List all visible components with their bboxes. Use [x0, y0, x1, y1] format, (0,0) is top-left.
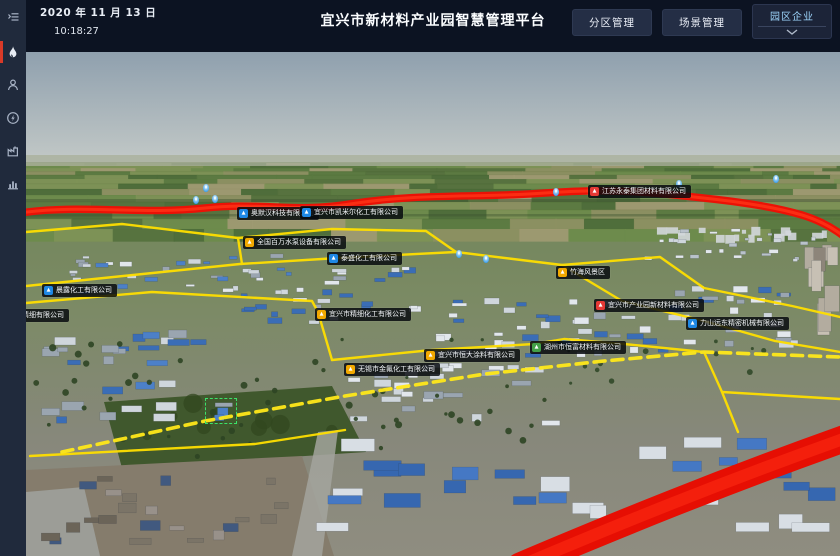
header-bar: 2020 年 11 月 13 日 10:18:27 宜兴市新材料产业园智慧管理平… — [26, 0, 840, 52]
company-category-icon: ▲ — [532, 343, 541, 352]
sidebar-item-energy[interactable] — [0, 108, 26, 128]
company-label-text: 宜兴市产业园新材料有限公司 — [608, 302, 699, 309]
company-label[interactable]: ▲ 湖州市恒富材料有限公司 — [530, 341, 626, 354]
page-title: 宜兴市新材料产业园智慧管理平台 — [321, 10, 546, 30]
company-category-icon: ▲ — [44, 286, 53, 295]
company-label[interactable]: ▲ 无锡市金氟化工有限公司 — [344, 363, 440, 376]
sidebar-item-fire-monitor[interactable] — [0, 42, 26, 62]
company-label-text: 宜兴市精细化工有限公司 — [329, 311, 406, 318]
company-category-icon: ▲ — [346, 365, 355, 374]
company-category-icon: ▲ — [558, 268, 567, 277]
selection-box — [205, 398, 237, 424]
bar-chart-icon — [6, 177, 20, 191]
power-icon — [6, 111, 20, 125]
company-label[interactable]: ▲ 宜兴市恒大涂料有限公司 — [424, 349, 520, 362]
company-label-text: 江苏永泰集团材料有限公司 — [602, 188, 686, 195]
company-label-text: 无锡市金氟化工有限公司 — [358, 366, 435, 373]
sidebar-item-personnel[interactable] — [0, 75, 26, 95]
company-category-icon: ▲ — [239, 209, 248, 218]
company-label-text: 兴市恒兴精细有限公司 — [26, 312, 64, 319]
company-label-text: 湖州市恒富材料有限公司 — [544, 344, 621, 351]
company-category-icon: ▲ — [245, 238, 254, 247]
app-window: 2020 年 11 月 13 日 10:18:27 宜兴市新材料产业园智慧管理平… — [0, 0, 840, 556]
company-label[interactable]: ▲ 宜兴市精细化工有限公司 — [315, 308, 411, 321]
map-viewport[interactable]: ▲ 奥默汉科技有限公司 ▲ 宜兴市凯米尔化工有限公司 ▲ 全国百万水泵设备有限公… — [26, 52, 840, 556]
company-label-text: 全国百万水泵设备有限公司 — [257, 239, 341, 246]
park-enterprises-dropdown[interactable]: 园区企业 — [752, 4, 832, 39]
company-label[interactable]: ▲ 宜兴市产业园新材料有限公司 — [594, 299, 704, 312]
company-label[interactable]: ▲ 宜兴市凯米尔化工有限公司 — [300, 206, 403, 219]
user-icon — [6, 78, 20, 92]
company-category-icon: ▲ — [317, 310, 326, 319]
menu-icon — [6, 10, 21, 24]
zone-management-button[interactable]: 分区管理 — [572, 9, 652, 36]
scene-management-button[interactable]: 场景管理 — [662, 9, 742, 36]
sidebar-item-statistics[interactable] — [0, 174, 26, 194]
company-label[interactable]: ▲ 泰盛化工有限公司 — [327, 252, 402, 265]
company-category-icon: ▲ — [426, 351, 435, 360]
datetime-block: 2020 年 11 月 13 日 10:18:27 — [40, 5, 156, 37]
company-label[interactable]: ▲ 江苏永泰集团材料有限公司 — [588, 185, 691, 198]
flame-icon — [6, 45, 20, 60]
company-label-text: 晨露化工有限公司 — [56, 287, 112, 294]
company-category-icon: ▲ — [590, 187, 599, 196]
dropdown-label: 园区企业 — [770, 8, 814, 26]
company-label[interactable]: ▲ 力山远东精密机械有限公司 — [686, 317, 789, 330]
header-actions: 分区管理 场景管理 园区企业 — [572, 4, 832, 39]
company-category-icon: ▲ — [596, 301, 605, 310]
factory-icon — [6, 144, 20, 158]
company-label-text: 宜兴市凯米尔化工有限公司 — [314, 209, 398, 216]
company-label-text: 力山远东精密机械有限公司 — [700, 320, 784, 327]
time-text: 10:18:27 — [54, 26, 156, 37]
company-category-icon: ▲ — [329, 254, 338, 263]
chevron-down-icon — [786, 29, 798, 35]
company-label-text: 泰盛化工有限公司 — [341, 255, 397, 262]
company-label[interactable]: ▲ 全国百万水泵设备有限公司 — [243, 236, 346, 249]
company-label[interactable]: ▲ 晨露化工有限公司 — [42, 284, 117, 297]
sidebar-item-menu[interactable] — [0, 7, 26, 27]
company-category-icon: ▲ — [688, 319, 697, 328]
company-label[interactable]: ▲ 竹海风景区 — [556, 266, 610, 279]
company-label-text: 宜兴市恒大涂料有限公司 — [438, 352, 515, 359]
map-3d-scene — [26, 52, 840, 556]
date-text: 2020 年 11 月 13 日 — [40, 5, 156, 20]
company-category-icon: ▲ — [302, 208, 311, 217]
company-label[interactable]: ▲ 兴市恒兴精细有限公司 — [26, 309, 69, 322]
company-label-text: 竹海风景区 — [570, 269, 605, 276]
sidebar-item-enterprise[interactable] — [0, 141, 26, 161]
dropdown-divider — [758, 26, 827, 27]
sidebar — [0, 0, 26, 556]
